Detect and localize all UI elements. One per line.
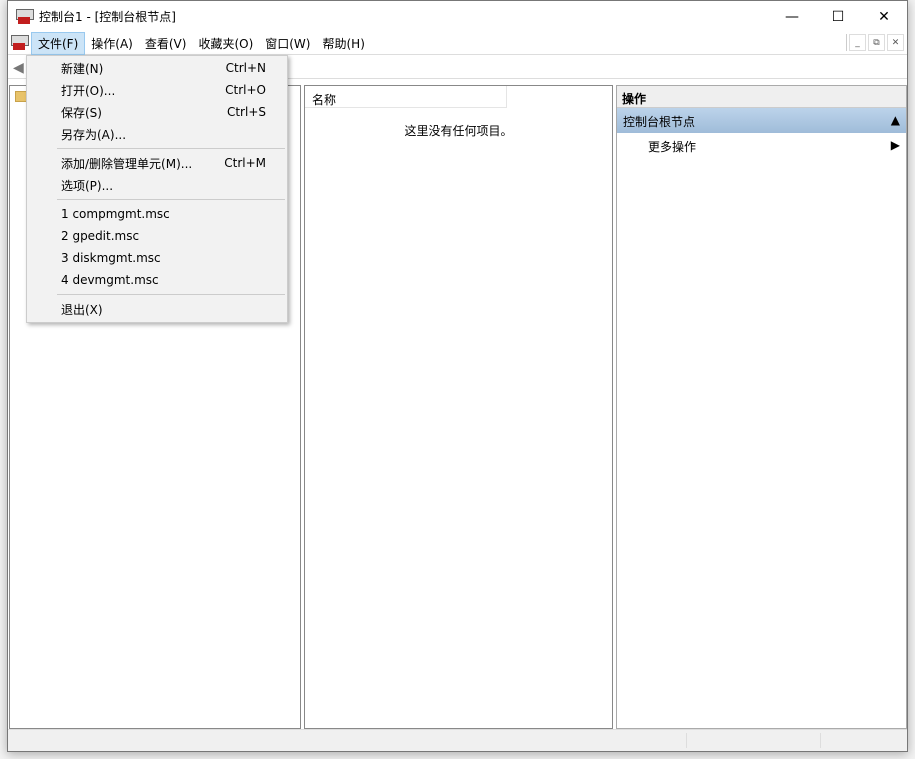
- chevron-right-icon: ▶: [891, 138, 900, 152]
- mdi-restore-button[interactable]: ⧉: [868, 34, 885, 51]
- menu-item-recent[interactable]: 2 gpedit.msc: [27, 225, 287, 247]
- console-icon[interactable]: [11, 35, 27, 51]
- item-label: 添加/删除管理单元(M)...: [61, 155, 192, 172]
- menu-separator: [57, 148, 285, 149]
- back-arrow-icon[interactable]: ◀: [13, 60, 24, 76]
- menu-window[interactable]: 窗口(W): [259, 33, 316, 54]
- item-label: 新建(N): [61, 60, 103, 77]
- menu-favorites[interactable]: 收藏夹(O): [192, 33, 259, 54]
- status-divider: [686, 733, 687, 748]
- item-shortcut: Ctrl+O: [225, 83, 266, 97]
- item-shortcut: Ctrl+M: [224, 156, 266, 170]
- file-menu-dropdown: 新建(N) Ctrl+N 打开(O)... Ctrl+O 保存(S) Ctrl+S 另…: [26, 55, 288, 323]
- menu-item-save[interactable]: 保存(S) Ctrl+S: [27, 101, 287, 123]
- menu-item-exit[interactable]: 退出(X): [27, 298, 287, 320]
- actions-header: 操作: [617, 86, 906, 108]
- item-label: 另存为(A)...: [61, 126, 126, 143]
- column-header-name[interactable]: 名称: [305, 86, 507, 108]
- item-label: 保存(S): [61, 104, 102, 121]
- status-divider: [820, 733, 821, 748]
- status-bar: [8, 729, 907, 751]
- menu-item-recent[interactable]: 4 devmgmt.msc: [27, 269, 287, 291]
- menu-item-add-remove-snapin[interactable]: 添加/删除管理单元(M)... Ctrl+M: [27, 152, 287, 174]
- actions-pane: 操作 控制台根节点 ▲ 更多操作 ▶: [616, 85, 907, 729]
- menu-item-options[interactable]: 选项(P)...: [27, 174, 287, 196]
- menu-item-save-as[interactable]: 另存为(A)...: [27, 123, 287, 145]
- more-actions-label: 更多操作: [648, 138, 696, 152]
- collapse-up-icon[interactable]: ▲: [891, 113, 900, 128]
- item-label: 选项(P)...: [61, 177, 113, 194]
- actions-section-root[interactable]: 控制台根节点 ▲: [617, 108, 906, 133]
- mdi-close-button[interactable]: ✕: [887, 34, 904, 51]
- menu-file[interactable]: 文件(F): [31, 32, 85, 55]
- menu-help[interactable]: 帮助(H): [316, 33, 370, 54]
- menu-separator: [57, 199, 285, 200]
- menu-separator: [57, 294, 285, 295]
- item-shortcut: Ctrl+N: [226, 61, 266, 75]
- empty-message: 这里没有任何项目。: [305, 122, 612, 139]
- close-button[interactable]: ✕: [861, 1, 907, 32]
- results-pane: 名称 这里没有任何项目。: [304, 85, 613, 729]
- menu-action[interactable]: 操作(A): [85, 33, 139, 54]
- title-bar: 控制台1 - [控制台根节点] — ☐ ✕: [8, 1, 907, 32]
- item-label: 打开(O)...: [61, 82, 115, 99]
- menu-item-recent[interactable]: 3 diskmgmt.msc: [27, 247, 287, 269]
- mmc-app-icon: [16, 9, 32, 25]
- window-title: 控制台1 - [控制台根节点]: [39, 8, 176, 25]
- menu-bar: 文件(F) 操作(A) 查看(V) 收藏夹(O) 窗口(W) 帮助(H) _ ⧉…: [8, 32, 907, 55]
- item-shortcut: Ctrl+S: [227, 105, 266, 119]
- menu-item-recent[interactable]: 1 compmgmt.msc: [27, 203, 287, 225]
- mdi-minimize-button[interactable]: _: [849, 34, 866, 51]
- more-actions-item[interactable]: 更多操作 ▶: [617, 133, 906, 157]
- minimize-button[interactable]: —: [769, 1, 815, 32]
- menu-view[interactable]: 查看(V): [139, 33, 193, 54]
- maximize-button[interactable]: ☐: [815, 1, 861, 32]
- menu-item-open[interactable]: 打开(O)... Ctrl+O: [27, 79, 287, 101]
- menu-item-new[interactable]: 新建(N) Ctrl+N: [27, 57, 287, 79]
- section-label: 控制台根节点: [623, 113, 695, 128]
